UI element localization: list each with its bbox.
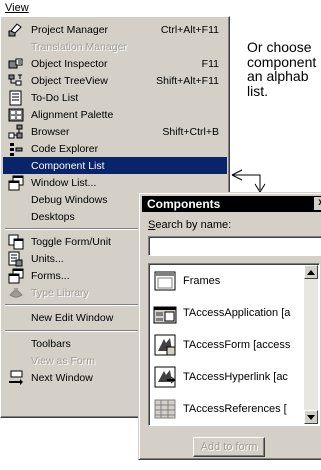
- access-references-icon: [153, 397, 177, 421]
- menu-view[interactable]: View: [5, 2, 29, 14]
- next-window-icon: [8, 370, 24, 386]
- list-item-label: TAccessForm [access: [183, 339, 291, 351]
- list-item-label: Frames: [183, 275, 221, 287]
- access-form-icon: [153, 333, 177, 357]
- units-icon: [8, 251, 24, 267]
- description-line: an alphab: [247, 68, 309, 84]
- arrow-down-icon: [307, 414, 315, 420]
- list-item-label: TAccessApplication [a: [183, 307, 291, 319]
- menu-item-label: Window List...: [31, 176, 97, 189]
- todo-list-icon: [8, 90, 24, 106]
- scroll-up-button[interactable]: [304, 265, 318, 279]
- list-item-taccessapplication[interactable]: TAccessApplication [a: [153, 298, 303, 328]
- browser-icon: [8, 124, 24, 140]
- menu-item-label: Code Explorer: [31, 142, 99, 155]
- components-window: Components x Search by name: Frames TAcc…: [138, 192, 321, 460]
- menu-item-label: Component List: [31, 159, 105, 172]
- menu-item-label: To-Do List: [31, 91, 79, 104]
- add-to-form-button[interactable]: Add to form: [193, 437, 265, 457]
- list-item-frames[interactable]: Frames: [153, 266, 303, 296]
- access-application-icon: [153, 301, 177, 325]
- search-label: Search by name:: [148, 219, 231, 231]
- menu-item-code-explorer[interactable]: Code Explorer: [3, 140, 227, 157]
- menu-item-translation-manager[interactable]: Translation Manager: [3, 38, 227, 55]
- menu-item-window-list[interactable]: Window List...: [3, 174, 227, 191]
- menu-item-shortcut: Shift+Ctrl+B: [162, 125, 219, 138]
- menu-item-todo-list[interactable]: To-Do List: [3, 89, 227, 106]
- close-button[interactable]: x: [314, 197, 321, 210]
- description-text: Or choose component an alphab list.: [247, 40, 321, 98]
- menu-item-label: Translation Manager: [31, 40, 127, 53]
- window-title: Components: [147, 197, 221, 211]
- project-manager-icon: [8, 22, 24, 38]
- menu-item-shortcut: Ctrl+Alt+F11: [160, 23, 219, 36]
- type-library-icon: [8, 285, 24, 301]
- menu-item-alignment-palette[interactable]: Alignment Palette: [3, 106, 227, 123]
- list-item-label: TAccessReferences [: [183, 403, 287, 415]
- list-scrollbar[interactable]: [304, 265, 318, 424]
- arrow-up-icon: [307, 269, 315, 275]
- search-label-text: earch by name:: [155, 219, 232, 231]
- toggle-form-unit-icon: [8, 234, 24, 250]
- component-listbox[interactable]: Frames TAccessApplication [a TAccessForm…: [148, 263, 320, 426]
- list-item-taccessform[interactable]: TAccessForm [access: [153, 330, 303, 360]
- window-list-icon: [8, 175, 24, 191]
- menu-item-object-treeview[interactable]: Object TreeView Shift+Alt+F11: [3, 72, 227, 89]
- alignment-palette-icon: [8, 107, 24, 123]
- code-explorer-icon: [8, 141, 24, 157]
- list-item-taccesshyperlink[interactable]: TAccessHyperlink [ac: [153, 362, 303, 392]
- menu-item-object-inspector[interactable]: Object Inspector F11: [3, 55, 227, 72]
- menu-item-browser[interactable]: Browser Shift+Ctrl+B: [3, 123, 227, 140]
- menu-item-label: Browser: [31, 125, 70, 138]
- menu-item-label: Alignment Palette: [31, 108, 114, 121]
- list-item-label: TAccessHyperlink [ac: [183, 371, 288, 383]
- forms-icon: [8, 268, 24, 284]
- menu-item-label: Object Inspector: [31, 57, 108, 70]
- scroll-down-button[interactable]: [304, 410, 318, 424]
- description-line: list.: [247, 82, 268, 98]
- access-hyperlink-icon: [153, 365, 177, 389]
- description-line: component: [247, 53, 317, 70]
- components-titlebar[interactable]: Components x: [142, 196, 321, 212]
- menu-item-shortcut: F11: [201, 57, 219, 70]
- menu-bar: View: [0, 0, 321, 16]
- description-line: Or choose: [247, 40, 312, 55]
- menu-item-component-list[interactable]: Component List: [3, 157, 227, 174]
- menu-item-label: Object TreeView: [31, 74, 108, 87]
- frames-icon: [153, 269, 177, 293]
- object-inspector-icon: [8, 56, 24, 72]
- list-item-taccessreferences[interactable]: TAccessReferences [: [153, 394, 303, 424]
- menu-item-shortcut: Shift+Alt+F11: [156, 74, 219, 87]
- object-treeview-icon: [8, 73, 24, 89]
- search-input[interactable]: [148, 236, 321, 256]
- menu-item-label: Project Manager: [31, 23, 109, 36]
- menu-item-project-manager[interactable]: Project Manager Ctrl+Alt+F11: [3, 21, 227, 38]
